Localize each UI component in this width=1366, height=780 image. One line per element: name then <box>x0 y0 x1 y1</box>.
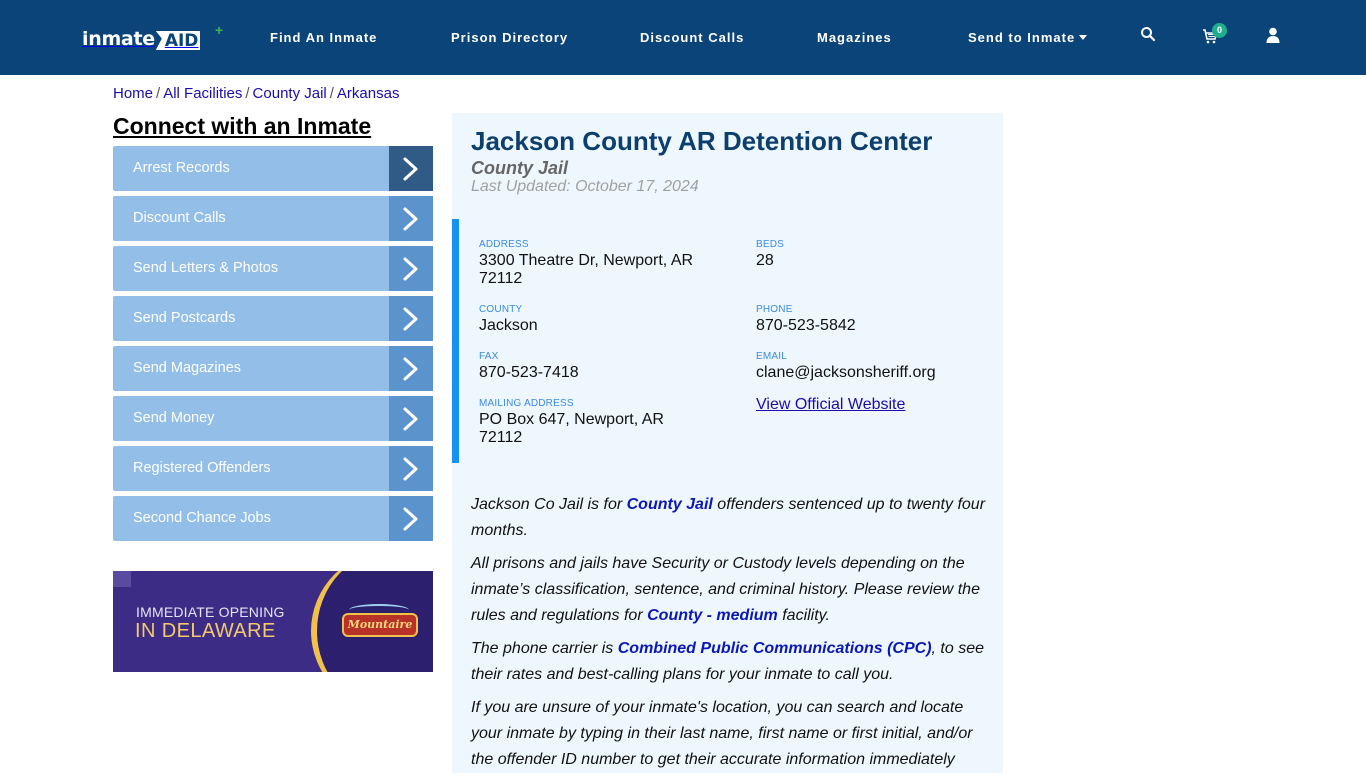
sidebar-item-label: Second Chance Jobs <box>113 496 389 541</box>
chevron-right-icon <box>389 296 433 341</box>
fax-value: 870-523-7418 <box>479 364 579 381</box>
beds-value: 28 <box>756 252 774 269</box>
sidebar-item-arrest-records[interactable]: Arrest Records <box>113 146 433 191</box>
sidebar-item-label: Registered Offenders <box>113 446 389 491</box>
caret-down-icon <box>1079 35 1088 40</box>
breadcrumb-separator: / <box>156 85 161 102</box>
beds-field: BEDS 28 <box>756 239 784 270</box>
county-label: COUNTY <box>479 304 523 315</box>
facility-info-box: ADDRESS 3300 Theatre Dr, Newport, AR 721… <box>452 219 1003 463</box>
facility-card: Jackson County AR Detention Center Count… <box>452 113 1003 773</box>
connect-heading: Connect with an Inmate <box>113 113 372 139</box>
sidebar-item-label: Arrest Records <box>113 146 389 191</box>
mailing-address-label: MAILING ADDRESS <box>479 398 574 409</box>
top-navbar: inmate AID + Find An Inmate Prison Direc… <box>0 0 1366 75</box>
logo-text-aid: AID <box>155 31 201 50</box>
sidebar-item-label: Send Money <box>113 396 389 441</box>
beds-label: BEDS <box>756 239 785 250</box>
mailing-address-field: MAILING ADDRESS PO Box 647, Newport, AR … <box>479 398 689 447</box>
sidebar-item-send-money[interactable]: Send Money <box>113 396 433 441</box>
sidebar-item-send-letters-photos[interactable]: Send Letters & Photos <box>113 246 433 291</box>
ad-decoration <box>113 571 131 587</box>
breadcrumb-all-facilities[interactable]: All Facilities <box>163 85 242 102</box>
mailing-address-value: PO Box 647, Newport, AR 72112 <box>479 411 664 446</box>
email-value: clane@jacksonsheriff.org <box>756 364 936 381</box>
facility-type: County Jail <box>471 158 569 178</box>
phone-carrier-link[interactable]: Combined Public Communications (CPC) <box>618 640 932 657</box>
facility-description: Jackson Co Jail is for County Jail offen… <box>471 492 991 780</box>
text: Jackson Co Jail is for <box>471 496 627 513</box>
cart-count-badge: 0 <box>1212 23 1227 38</box>
description-paragraph: All prisons and jails have Security or C… <box>471 551 991 629</box>
text: The phone carrier is <box>471 640 618 657</box>
breadcrumb-arkansas[interactable]: Arkansas <box>337 85 400 102</box>
email-field: EMAIL clane@jacksonsheriff.org <box>756 351 936 382</box>
breadcrumb-home[interactable]: Home <box>113 85 153 102</box>
chevron-right-icon <box>389 146 433 191</box>
description-paragraph: The phone carrier is Combined Public Com… <box>471 636 991 688</box>
chevron-right-icon <box>389 196 433 241</box>
nav-find-inmate[interactable]: Find An Inmate <box>270 30 377 45</box>
phone-field: PHONE 870-523-5842 <box>756 304 856 335</box>
last-updated: Last Updated: October 17, 2024 <box>471 178 699 195</box>
sidebar-item-send-magazines[interactable]: Send Magazines <box>113 346 433 391</box>
text: facility. <box>777 607 830 624</box>
chevron-right-icon <box>389 346 433 391</box>
sidebar-item-send-postcards[interactable]: Send Postcards <box>113 296 433 341</box>
sidebar-item-label: Send Magazines <box>113 346 389 391</box>
county-jail-link[interactable]: County Jail <box>627 496 713 513</box>
chevron-right-icon <box>389 496 433 541</box>
breadcrumb-separator: / <box>329 85 334 102</box>
description-paragraph: If you are unsure of your inmate's locat… <box>471 699 973 768</box>
sidebar-item-label: Discount Calls <box>113 196 389 241</box>
fax-label: FAX <box>479 351 499 362</box>
description-paragraph: Jackson Co Jail is for County Jail offen… <box>471 492 991 544</box>
phone-value: 870-523-5842 <box>756 317 856 334</box>
chevron-right-icon <box>389 396 433 441</box>
nav-prison-directory[interactable]: Prison Directory <box>451 30 568 45</box>
search-icon[interactable] <box>1140 26 1160 46</box>
address-field: ADDRESS 3300 Theatre Dr, Newport, AR 721… <box>479 239 699 288</box>
sidebar-item-registered-offenders[interactable]: Registered Offenders <box>113 446 433 491</box>
site-logo[interactable]: inmate AID + <box>82 22 223 50</box>
fax-field: FAX 870-523-7418 <box>479 351 579 382</box>
sidebar-item-label: Send Letters & Photos <box>113 246 389 291</box>
logo-plus-icon: + <box>215 22 224 38</box>
address-label: ADDRESS <box>479 239 529 250</box>
sidebar-item-label: Send Postcards <box>113 296 389 341</box>
ad-subheadline: IN DELAWARE <box>135 620 276 642</box>
breadcrumb-separator: / <box>245 85 250 102</box>
chevron-right-icon <box>389 446 433 491</box>
ad-banner[interactable]: IMMEDIATE OPENING IN DELAWARE Mountaire <box>113 571 433 672</box>
user-icon[interactable] <box>1266 27 1286 47</box>
sidebar-item-discount-calls[interactable]: Discount Calls <box>113 196 433 241</box>
nav-send-to-inmate-label: Send to Inmate <box>968 30 1076 45</box>
website-field: View Official Website <box>756 396 905 414</box>
nav-magazines[interactable]: Magazines <box>817 30 892 45</box>
ad-brand-logo: Mountaire <box>342 613 418 637</box>
nav-discount-calls[interactable]: Discount Calls <box>640 30 744 45</box>
breadcrumb-county-jail[interactable]: County Jail <box>253 85 327 102</box>
sidebar-menu: Arrest Records Discount Calls Send Lette… <box>113 146 433 546</box>
chevron-right-icon <box>389 246 433 291</box>
nav-send-to-inmate[interactable]: Send to Inmate <box>968 30 1088 45</box>
security-level-link[interactable]: County - medium <box>647 607 778 624</box>
county-value: Jackson <box>479 317 538 334</box>
address-value: 3300 Theatre Dr, Newport, AR 72112 <box>479 252 694 287</box>
phone-label: PHONE <box>756 304 793 315</box>
official-website-link[interactable]: View Official Website <box>756 396 905 413</box>
facility-name: Jackson County AR Detention Center <box>471 126 933 156</box>
sidebar-item-second-chance-jobs[interactable]: Second Chance Jobs <box>113 496 433 541</box>
breadcrumb: Home / All Facilities / County Jail / Arkansas <box>113 85 399 102</box>
email-label: EMAIL <box>756 351 788 362</box>
ad-headline: IMMEDIATE OPENING <box>136 604 285 620</box>
county-field: COUNTY Jackson <box>479 304 538 335</box>
logo-text-inmate: inmate <box>82 28 155 50</box>
